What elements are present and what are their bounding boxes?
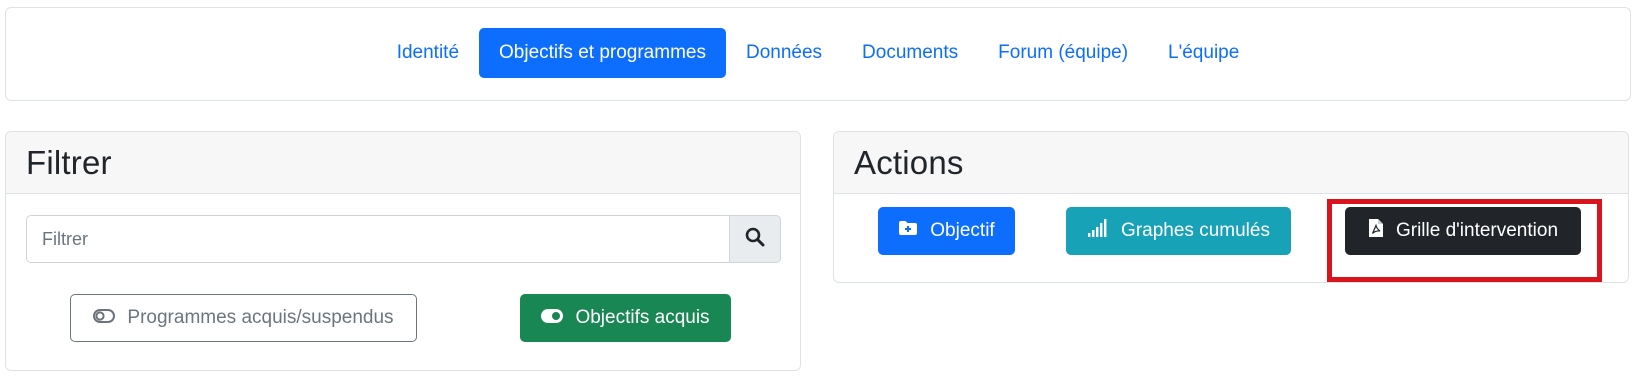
search-icon — [745, 227, 765, 252]
filter-card-header: Filtrer — [6, 132, 800, 194]
filter-search-input[interactable] — [26, 215, 729, 263]
toggle-off-icon — [93, 307, 116, 329]
filter-input-group — [26, 215, 781, 263]
actions-card: Actions Objectif Graphes cumulés Grille … — [833, 131, 1629, 283]
cumulative-graphs-button[interactable]: Graphes cumulés — [1066, 207, 1291, 255]
folder-plus-icon — [898, 220, 918, 242]
tab-equipe[interactable]: L'équipe — [1148, 28, 1259, 78]
tab-forum-equipe[interactable]: Forum (équipe) — [978, 28, 1148, 78]
intervention-grid-label: Grille d'intervention — [1395, 220, 1559, 241]
cumulative-graphs-label: Graphes cumulés — [1121, 220, 1270, 241]
file-pdf-icon — [1368, 218, 1384, 244]
add-objective-label: Objectif — [930, 220, 995, 241]
tab-identite[interactable]: Identité — [377, 28, 479, 78]
tab-documents[interactable]: Documents — [842, 28, 978, 78]
actions-card-header: Actions — [834, 132, 1628, 194]
actions-title: Actions — [854, 143, 964, 181]
toggle-programs-label: Programmes acquis/suspendus — [127, 307, 394, 328]
toggle-on-icon — [541, 307, 564, 329]
add-objective-button[interactable]: Objectif — [878, 207, 1015, 255]
nav-card: Identité Objectifs et programmes Données… — [5, 7, 1631, 101]
tab-donnees[interactable]: Données — [726, 28, 842, 78]
toggle-programs-button[interactable]: Programmes acquis/suspendus — [70, 294, 417, 342]
tab-nav: Identité Objectifs et programmes Données… — [6, 28, 1630, 78]
tab-objectifs-programmes[interactable]: Objectifs et programmes — [479, 28, 726, 78]
filter-title: Filtrer — [26, 143, 112, 181]
intervention-grid-button[interactable]: Grille d'intervention — [1345, 207, 1581, 255]
signal-bars-icon — [1087, 219, 1109, 243]
filter-card: Filtrer Programmes acquis/suspendus — [5, 131, 801, 371]
toggle-objectives-label: Objectifs acquis — [575, 307, 710, 328]
search-button[interactable] — [729, 215, 781, 263]
toggle-objectives-button[interactable]: Objectifs acquis — [520, 294, 731, 342]
